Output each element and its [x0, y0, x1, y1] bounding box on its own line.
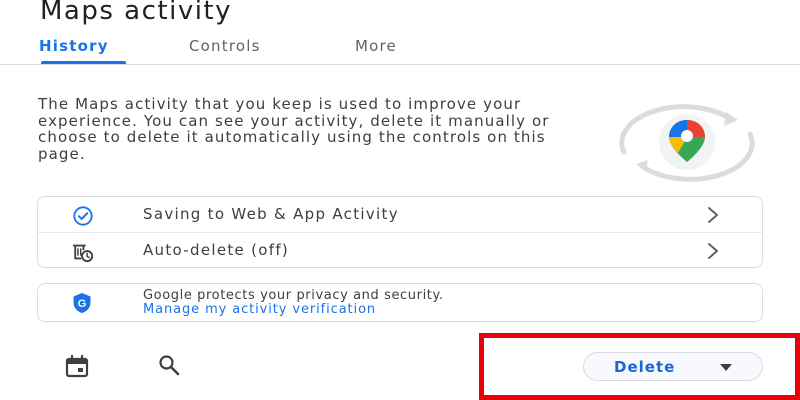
maps-activity-illustration [619, 104, 755, 182]
auto-delete-icon [72, 244, 94, 263]
setting-row-web-app-activity[interactable]: Saving to Web & App Activity [38, 197, 762, 233]
chevron-right-icon [708, 243, 718, 259]
google-shield-icon: G [73, 293, 91, 313]
search-icon[interactable] [156, 352, 182, 378]
privacy-card: G Google protects your privacy and secur… [37, 283, 763, 322]
caret-down-icon [720, 364, 732, 371]
tab-divider [0, 64, 800, 65]
tab-controls[interactable]: Controls [189, 37, 261, 55]
setting-label-web-app-activity: Saving to Web & App Activity [143, 205, 399, 223]
chevron-right-icon [708, 207, 718, 223]
page-title: Maps activity [40, 0, 233, 26]
intro-text: The Maps activity that you keep is used … [38, 95, 550, 163]
manage-verification-link[interactable]: Manage my activity verification [143, 302, 376, 317]
tab-history[interactable]: History [39, 37, 109, 55]
activity-settings-card: Saving to Web & App Activity Auto-delete… [37, 196, 763, 268]
delete-button[interactable]: Delete [583, 352, 763, 381]
calendar-icon[interactable] [64, 354, 90, 380]
delete-button-label: Delete [614, 358, 676, 376]
check-circle-icon [73, 206, 93, 226]
privacy-text: Google protects your privacy and securit… [143, 288, 444, 303]
tab-more[interactable]: More [355, 37, 397, 55]
setting-label-auto-delete: Auto-delete (off) [143, 241, 290, 259]
svg-text:G: G [78, 298, 87, 310]
setting-row-auto-delete[interactable]: Auto-delete (off) [38, 232, 762, 268]
